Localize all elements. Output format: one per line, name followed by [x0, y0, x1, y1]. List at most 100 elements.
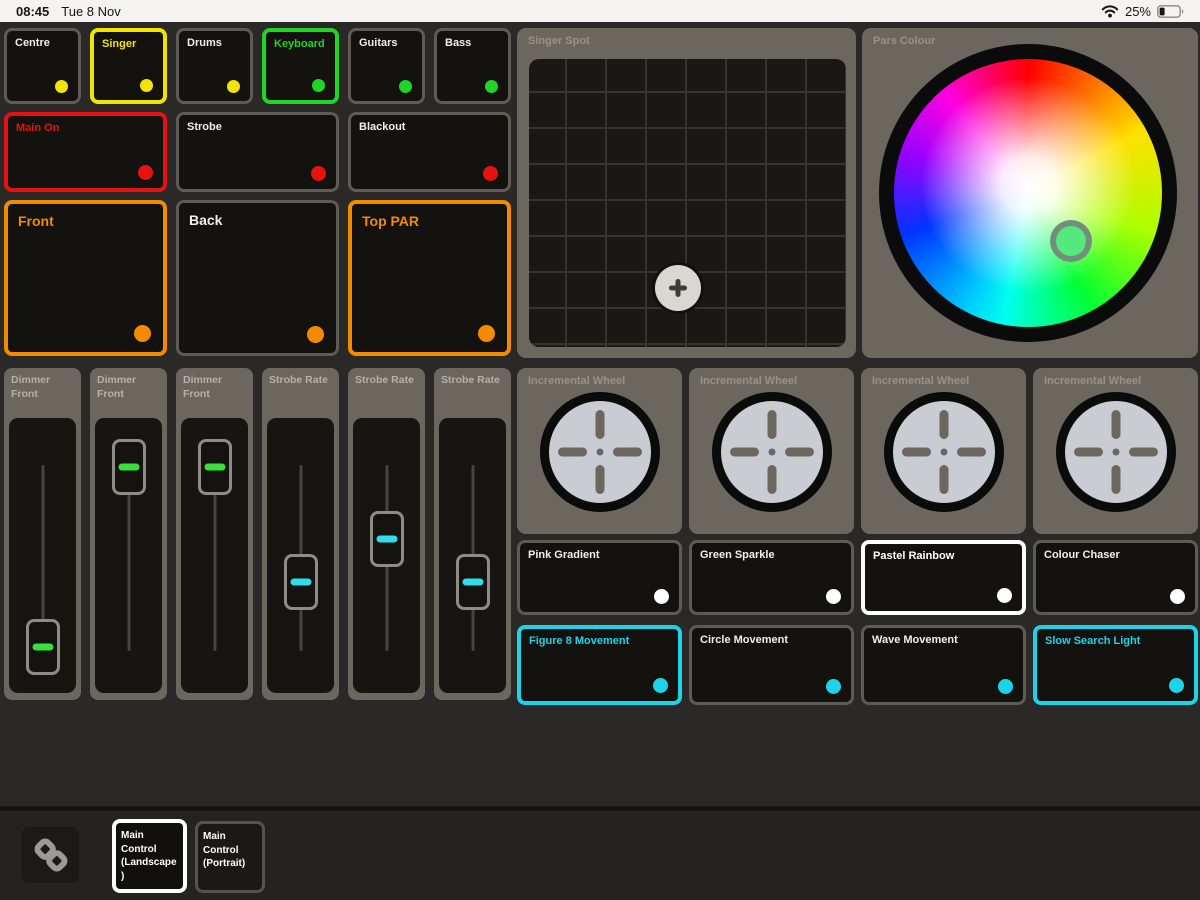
- button-label: Blackout: [359, 121, 405, 134]
- button-label: Colour Chaser: [1044, 549, 1120, 562]
- panel-label: Incremental Wheel: [700, 375, 797, 389]
- button-label: Bass: [445, 37, 471, 50]
- fader-row: Dimmer Front Dimmer Front Dimmer Front S…: [4, 368, 511, 700]
- fader-led: [204, 463, 225, 470]
- master-button-blackout[interactable]: Blackout: [348, 112, 511, 192]
- wheel-mark: [595, 465, 604, 494]
- colour-wheel-panel-pars: Pars Colour: [862, 28, 1198, 358]
- fader-label: Dimmer Front: [97, 374, 136, 401]
- preset-button-pastel-rainbow[interactable]: Pastel Rainbow: [861, 540, 1026, 615]
- fader-led: [118, 463, 139, 470]
- bottom-toolbar: Main Control (Landscape) Main Control (P…: [0, 806, 1200, 900]
- date-label: Tue 8 Nov: [61, 4, 121, 19]
- scene-button-singer[interactable]: Singer: [90, 28, 167, 104]
- scene-button-guitars[interactable]: Guitars: [348, 28, 425, 104]
- scene-button-centre[interactable]: Centre: [4, 28, 81, 104]
- master-button-strobe[interactable]: Strobe: [176, 112, 339, 192]
- colour-preset-row: Pink Gradient Green Sparkle Pastel Rainb…: [517, 540, 1198, 615]
- status-dot: [1169, 678, 1184, 693]
- fader-handle[interactable]: [370, 511, 404, 567]
- battery-icon: [1157, 5, 1184, 18]
- incremental-wheel-panel-4: Incremental Wheel: [1033, 368, 1198, 534]
- wheel-center-dot: [596, 449, 603, 456]
- preset-button-figure-8-movement[interactable]: Figure 8 Movement: [517, 625, 682, 705]
- status-dot: [654, 589, 669, 604]
- button-label: Keyboard: [274, 38, 325, 51]
- position-button-front[interactable]: Front: [4, 200, 167, 356]
- scene-button-drums[interactable]: Drums: [176, 28, 253, 104]
- link-button[interactable]: [22, 827, 79, 883]
- fader-handle[interactable]: [284, 554, 318, 610]
- status-dot: [307, 326, 324, 343]
- button-label: Back: [189, 212, 222, 229]
- fader-track-area[interactable]: [267, 418, 334, 693]
- fader-led: [462, 579, 483, 586]
- fader-track-area[interactable]: [353, 418, 420, 693]
- preset-button-colour-chaser[interactable]: Colour Chaser: [1033, 540, 1198, 615]
- scene-button-bass[interactable]: Bass: [434, 28, 511, 104]
- preset-button-wave-movement[interactable]: Wave Movement: [861, 625, 1026, 705]
- wheel-mark: [767, 410, 776, 439]
- button-label: Green Sparkle: [700, 549, 775, 562]
- fader-handle[interactable]: [456, 554, 490, 610]
- status-dot: [478, 325, 495, 342]
- preset-button-slow-search-light[interactable]: Slow Search Light: [1033, 625, 1198, 705]
- button-label: Pastel Rainbow: [873, 550, 954, 563]
- wheel-mark: [730, 448, 759, 457]
- button-label: Drums: [187, 37, 222, 50]
- incremental-wheel[interactable]: [540, 392, 660, 512]
- status-dot: [311, 166, 326, 181]
- position-button-back[interactable]: Back: [176, 200, 339, 356]
- page-button-main-control-portrait[interactable]: Main Control (Portrait): [195, 821, 265, 893]
- wheel-mark: [558, 448, 587, 457]
- incremental-wheel[interactable]: [712, 392, 832, 512]
- fader-label: Strobe Rate: [355, 374, 414, 388]
- fader-track-area[interactable]: [439, 418, 506, 693]
- preset-button-green-sparkle[interactable]: Green Sparkle: [689, 540, 854, 615]
- panel-label: Incremental Wheel: [1044, 375, 1141, 389]
- button-label: Figure 8 Movement: [529, 635, 629, 648]
- xy-pad-singer-spot[interactable]: [527, 57, 848, 349]
- button-label: Pink Gradient: [528, 549, 600, 562]
- colour-wheel-pars[interactable]: [879, 44, 1177, 342]
- page-button-main-control-landscape[interactable]: Main Control (Landscape): [112, 819, 187, 893]
- fader-handle[interactable]: [26, 619, 60, 675]
- scene-button-keyboard[interactable]: Keyboard: [262, 28, 339, 104]
- preset-button-circle-movement[interactable]: Circle Movement: [689, 625, 854, 705]
- wheel-mark: [902, 448, 931, 457]
- fader-label: Strobe Rate: [269, 374, 328, 388]
- status-dot: [1170, 589, 1185, 604]
- incremental-wheel-panel-3: Incremental Wheel: [861, 368, 1026, 534]
- wheel-mark: [1111, 410, 1120, 439]
- position-button-top-par[interactable]: Top PAR: [348, 200, 511, 356]
- master-button-main-on[interactable]: Main On: [4, 112, 167, 192]
- button-label: Strobe: [187, 121, 222, 134]
- wheel-mark: [957, 448, 986, 457]
- fader-track-area[interactable]: [181, 418, 248, 693]
- fader-strobe-rate-3: Strobe Rate: [434, 368, 511, 700]
- status-dot: [55, 80, 68, 93]
- fader-handle[interactable]: [198, 439, 232, 495]
- fader-led: [32, 644, 53, 651]
- master-button-row: Main On Strobe Blackout: [4, 112, 511, 192]
- status-dot: [998, 679, 1013, 694]
- incremental-wheel-row: Incremental Wheel Incremental Wheel Incr…: [517, 368, 1198, 534]
- fader-strobe-rate-2: Strobe Rate: [348, 368, 425, 700]
- button-label: Singer: [102, 38, 136, 51]
- fader-track-area[interactable]: [9, 418, 76, 693]
- fader-dimmer-front-1: Dimmer Front: [4, 368, 81, 700]
- colour-wheel-selector[interactable]: [1050, 220, 1092, 262]
- xy-pad-handle[interactable]: [655, 265, 701, 311]
- incremental-wheel[interactable]: [884, 392, 1004, 512]
- preset-button-pink-gradient[interactable]: Pink Gradient: [517, 540, 682, 615]
- wheel-mark: [767, 465, 776, 494]
- status-dot: [485, 80, 498, 93]
- button-label: Top PAR: [362, 213, 419, 230]
- fader-track-area[interactable]: [95, 418, 162, 693]
- incremental-wheel[interactable]: [1056, 392, 1176, 512]
- wheel-mark: [1129, 448, 1158, 457]
- status-dot: [140, 79, 153, 92]
- wheel-mark: [1111, 465, 1120, 494]
- fader-label: Dimmer Front: [183, 374, 222, 401]
- fader-handle[interactable]: [112, 439, 146, 495]
